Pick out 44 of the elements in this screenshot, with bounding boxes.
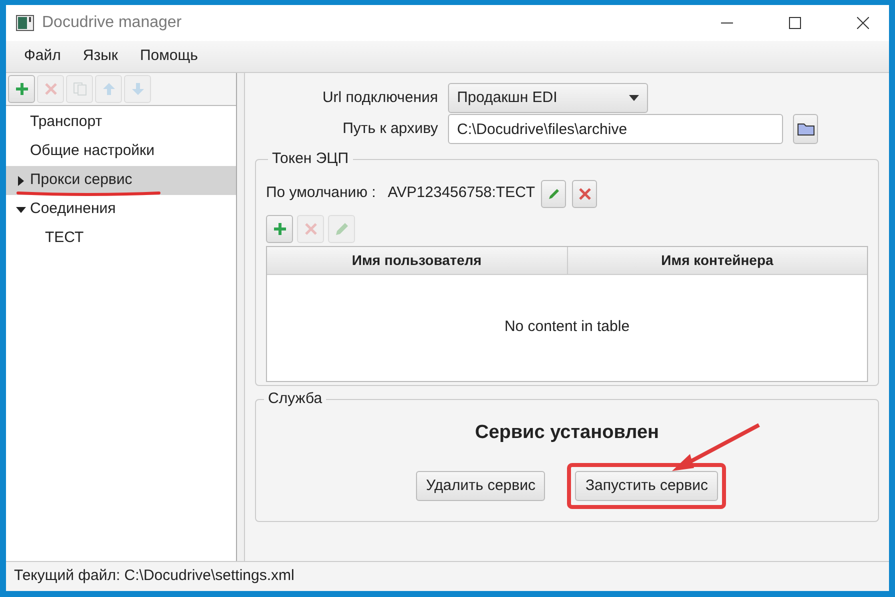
menu-item[interactable]: Язык (72, 42, 128, 71)
default-label: По умолчанию : (266, 183, 376, 204)
tree-item[interactable]: Транспорт (6, 108, 236, 137)
column-header[interactable]: Имя контейнера (568, 246, 867, 274)
url-label: Url подключения (321, 88, 438, 108)
delete-button[interactable] (572, 180, 598, 208)
menu-item[interactable]: Файл (14, 42, 71, 71)
down-arrow-icon (130, 82, 144, 96)
plus-icon (272, 222, 286, 236)
tree-item[interactable]: ТЕСТ (6, 224, 236, 253)
folder-icon (796, 121, 814, 137)
service-button[interactable]: Удалить сервис (416, 471, 546, 501)
service-legend: Служба (264, 388, 326, 410)
token-legend: Токен ЭЦП (268, 148, 353, 170)
tree-item[interactable]: Общие настройки (6, 137, 236, 166)
archive-label: Путь к архиву (342, 118, 438, 139)
pencil-icon (334, 222, 348, 236)
caret-icon (629, 95, 639, 101)
service-button[interactable]: Запустить сервис (575, 471, 718, 501)
up-arrow-icon (102, 82, 116, 96)
menu-item[interactable]: Помощь (130, 42, 208, 71)
toolbar-button[interactable] (266, 214, 293, 242)
pencil-icon (548, 188, 560, 200)
tree-item[interactable]: Прокси сервис (6, 166, 236, 195)
copy-icon (72, 82, 86, 96)
service-status: Сервис установлен (474, 420, 659, 444)
column-header[interactable]: Имя пользователя (267, 246, 568, 274)
status-bar-text: Текущий файл: C:\Docudrive\settings.xml (14, 566, 294, 586)
edit-button[interactable] (541, 180, 566, 208)
delete-icon (304, 222, 318, 236)
plus-icon (14, 82, 28, 96)
toolbar-button[interactable] (8, 75, 35, 103)
default-value: AVP123456758:TECT (388, 183, 536, 204)
browse-button[interactable] (793, 114, 818, 144)
delete-icon (578, 188, 591, 200)
archive-field[interactable]: C:\Docudrive\files\archive (448, 114, 783, 144)
delete-icon (44, 82, 58, 96)
window-title: Docudrive manager (42, 13, 182, 33)
maximize-icon[interactable] (789, 17, 801, 29)
app-icon (16, 15, 34, 31)
close-icon[interactable] (857, 17, 869, 29)
tree-item[interactable]: Соединения (6, 195, 236, 224)
url-dropdown[interactable]: Продакшн EDI (448, 83, 648, 113)
empty-table-message: No content in table (504, 317, 630, 338)
